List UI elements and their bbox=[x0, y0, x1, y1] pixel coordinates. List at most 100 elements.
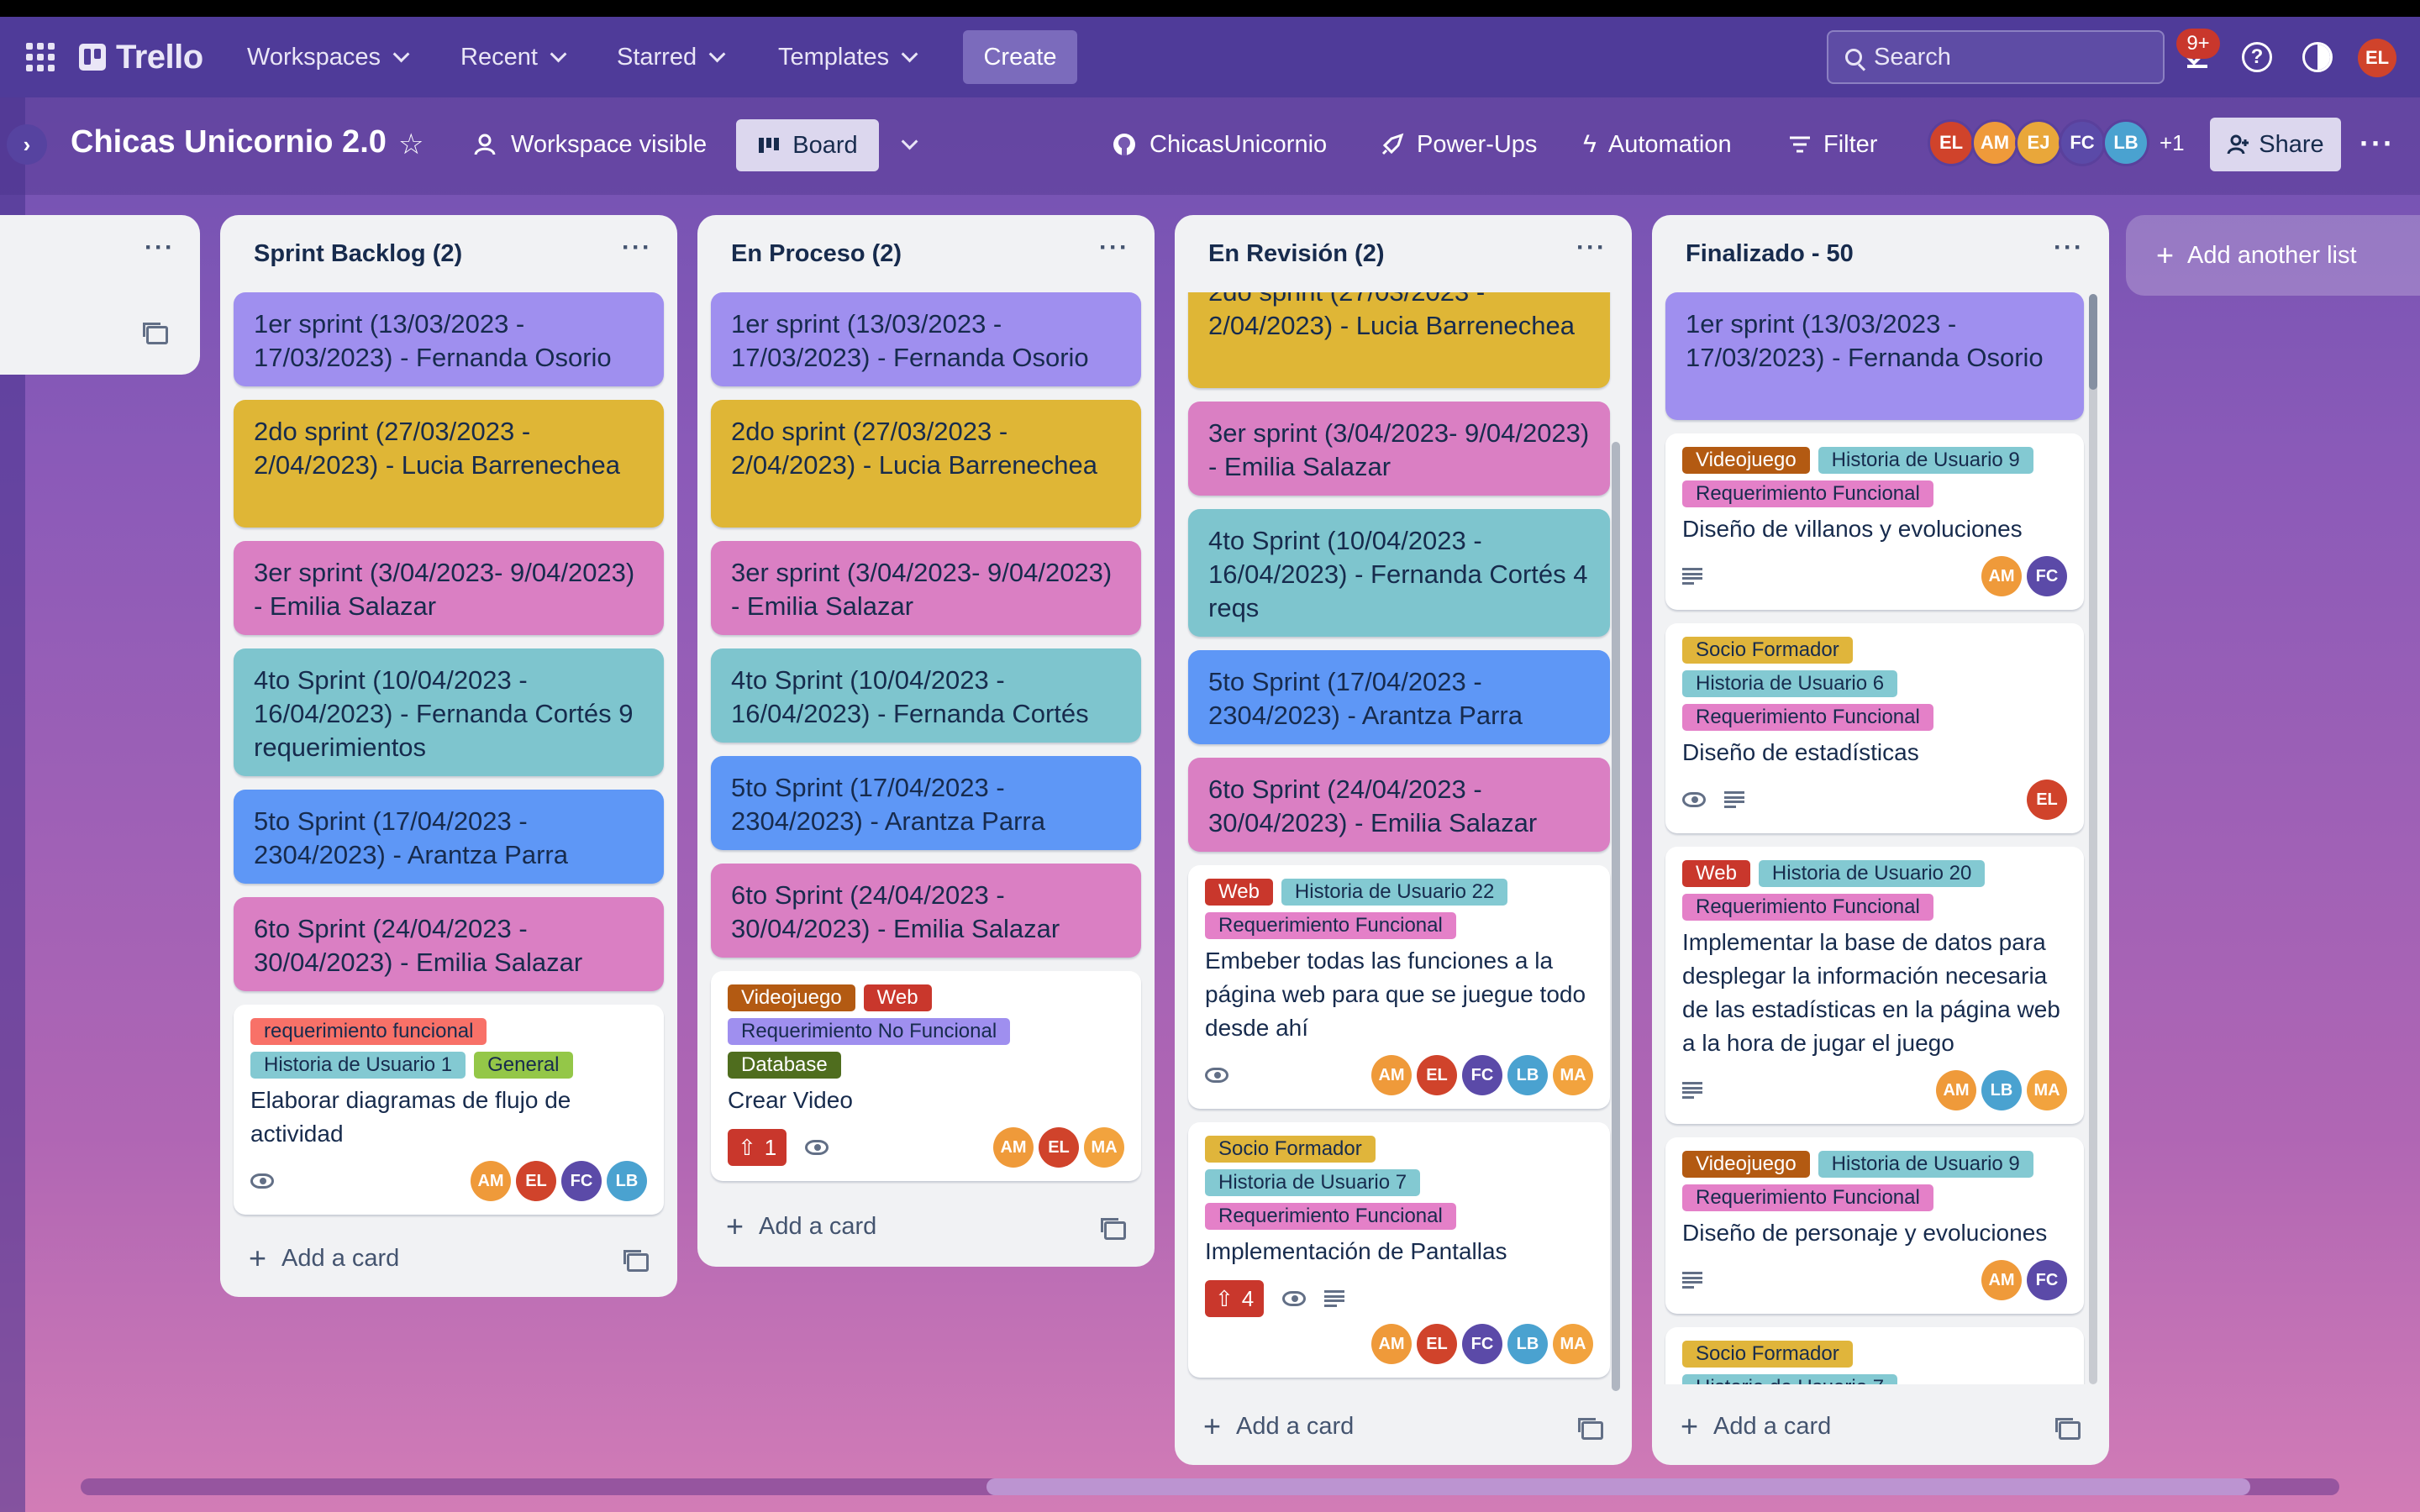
card-member-avatar[interactable]: LB bbox=[1981, 1070, 2022, 1110]
card-member-avatar[interactable]: MA bbox=[2027, 1070, 2067, 1110]
list-title[interactable]: Sprint Backlog (2) bbox=[254, 240, 462, 268]
card-member-avatar[interactable]: MA bbox=[1084, 1127, 1124, 1168]
card-member-avatar[interactable]: EL bbox=[1417, 1324, 1457, 1364]
board-horizontal-scrollbar-thumb[interactable] bbox=[986, 1478, 2250, 1495]
card-member-avatar[interactable]: AM bbox=[1371, 1324, 1412, 1364]
card-member-avatar[interactable]: MA bbox=[1553, 1055, 1593, 1095]
card[interactable]: 3er sprint (3/04/2023- 9/04/2023) - Emil… bbox=[711, 541, 1141, 635]
trello-logo[interactable]: Trello bbox=[79, 37, 203, 77]
user-avatar[interactable]: EL bbox=[2358, 39, 2396, 77]
card-member-avatar[interactable]: FC bbox=[2027, 1260, 2067, 1300]
card[interactable]: 5to Sprint (17/04/2023 - 2304/2023) - Ar… bbox=[711, 756, 1141, 850]
votes-badge[interactable]: ⇧ 4 bbox=[1205, 1280, 1265, 1317]
help-icon[interactable]: ? bbox=[2242, 42, 2272, 72]
sidebar-expand-icon[interactable]: › bbox=[7, 124, 47, 165]
app-switcher-icon[interactable] bbox=[25, 42, 55, 72]
task-card[interactable]: requerimiento funcional Historia de Usua… bbox=[234, 1005, 664, 1215]
card[interactable]: 3er sprint (3/04/2023- 9/04/2023) - Emil… bbox=[1188, 402, 1610, 496]
card[interactable]: 4to Sprint (10/04/2023 - 16/04/2023) - F… bbox=[1188, 509, 1610, 637]
card[interactable]: 2do sprint (27/03/2023 - 2/04/2023) - Lu… bbox=[1188, 292, 1610, 388]
task-card[interactable]: Socio Formador Historia de Usuario 7 Req… bbox=[1188, 1122, 1610, 1378]
card[interactable]: 2do sprint (27/03/2023 - 2/04/2023) - Lu… bbox=[711, 400, 1141, 528]
nav-workspaces[interactable]: Workspaces bbox=[247, 40, 410, 74]
card[interactable]: 6to Sprint (24/04/2023 - 30/04/2023) - E… bbox=[234, 897, 664, 991]
board-menu-icon[interactable]: ··· bbox=[2360, 126, 2395, 161]
create-button[interactable]: Create bbox=[963, 30, 1077, 84]
add-card-button[interactable]: + Add a card bbox=[726, 1208, 876, 1245]
nav-recent[interactable]: Recent bbox=[460, 40, 567, 74]
card-member-avatar[interactable]: AM bbox=[993, 1127, 1034, 1168]
automation-button[interactable]: ϟ Automation bbox=[1583, 121, 1732, 168]
theme-contrast-icon[interactable] bbox=[2302, 42, 2333, 72]
add-list-button[interactable]: + Add another list bbox=[2126, 215, 2420, 296]
board-members[interactable]: EL AM EJ FC LB +1 bbox=[1928, 119, 2185, 166]
search-input[interactable]: Search bbox=[1827, 30, 2165, 84]
task-card[interactable]: Videojuego Historia de Usuario 9 Requeri… bbox=[1665, 433, 2084, 610]
add-card-button[interactable]: + Add a card bbox=[249, 1240, 399, 1277]
card[interactable]: 2do sprint (27/03/2023 - 2/04/2023) - Lu… bbox=[234, 400, 664, 528]
card[interactable]: 1er sprint (13/03/2023 - 17/03/2023) - F… bbox=[1665, 292, 2084, 420]
card-member-avatar[interactable]: EL bbox=[2027, 780, 2067, 820]
card[interactable]: 6to Sprint (24/04/2023 - 30/04/2023) - E… bbox=[1188, 758, 1610, 852]
card-member-avatar[interactable]: EL bbox=[1039, 1127, 1079, 1168]
list-menu-icon[interactable]: ··· bbox=[1099, 234, 1129, 262]
card[interactable]: 4to Sprint (10/04/2023 - 16/04/2023) - F… bbox=[234, 648, 664, 776]
card-member-avatar[interactable]: FC bbox=[561, 1161, 602, 1201]
list-menu-icon[interactable]: ··· bbox=[2054, 234, 2084, 262]
github-powerup-button[interactable]: ChicasUnicornio bbox=[1111, 121, 1327, 168]
list-scrollbar-thumb[interactable] bbox=[1612, 442, 1620, 1391]
card-template-icon[interactable] bbox=[623, 1250, 649, 1272]
card[interactable]: 1er sprint (13/03/2023 - 17/03/2023) - F… bbox=[234, 292, 664, 386]
list-menu-icon[interactable]: ··· bbox=[1576, 234, 1607, 262]
card[interactable]: 3er sprint (3/04/2023- 9/04/2023) - Emil… bbox=[234, 541, 664, 635]
view-switcher-chevron[interactable] bbox=[901, 121, 918, 168]
task-card[interactable]: Videojuego Historia de Usuario 9 Requeri… bbox=[1665, 1137, 2084, 1314]
list-scrollbar-thumb[interactable] bbox=[2089, 294, 2097, 390]
card-template-icon[interactable] bbox=[2055, 1418, 2081, 1440]
card-member-avatar[interactable]: LB bbox=[607, 1161, 647, 1201]
card[interactable]: 1er sprint (13/03/2023 - 17/03/2023) - F… bbox=[711, 292, 1141, 386]
member-avatar[interactable]: EL bbox=[1928, 119, 1975, 166]
card[interactable]: 5to Sprint (17/04/2023 - 2304/2023) - Ar… bbox=[234, 790, 664, 884]
card-member-avatar[interactable]: LB bbox=[1507, 1055, 1548, 1095]
card-member-avatar[interactable]: EL bbox=[1417, 1055, 1457, 1095]
card[interactable]: 6to Sprint (24/04/2023 - 30/04/2023) - E… bbox=[711, 864, 1141, 958]
list-menu-icon[interactable]: ··· bbox=[145, 234, 175, 262]
task-card[interactable]: Web Historia de Usuario 20 Requerimiento… bbox=[1665, 847, 2084, 1124]
member-avatar[interactable]: LB bbox=[2102, 119, 2149, 166]
view-board-button[interactable]: Board bbox=[736, 119, 879, 171]
card-member-avatar[interactable]: LB bbox=[1507, 1324, 1548, 1364]
list-title[interactable]: En Revisión (2) bbox=[1208, 240, 1385, 268]
votes-badge[interactable]: ⇧ 1 bbox=[728, 1129, 787, 1166]
task-card[interactable]: Socio Formador Historia de Usuario 6 Req… bbox=[1665, 623, 2084, 833]
task-card[interactable]: Web Historia de Usuario 22 Requerimiento… bbox=[1188, 865, 1610, 1109]
filter-button[interactable]: Filter bbox=[1788, 121, 1877, 168]
member-avatar[interactable]: EJ bbox=[2015, 119, 2062, 166]
card[interactable]: 4to Sprint (10/04/2023 - 16/04/2023) - F… bbox=[711, 648, 1141, 743]
members-overflow-count[interactable]: +1 bbox=[2160, 130, 2185, 156]
powerups-button[interactable]: Power-Ups bbox=[1380, 121, 1537, 168]
card-member-avatar[interactable]: AM bbox=[1981, 556, 2022, 596]
add-card-button[interactable]: + Add a card bbox=[1681, 1408, 1831, 1445]
card-member-avatar[interactable]: FC bbox=[2027, 556, 2067, 596]
card-member-avatar[interactable]: AM bbox=[471, 1161, 511, 1201]
add-card-button[interactable]: + Add a card bbox=[1203, 1408, 1354, 1445]
card-member-avatar[interactable]: AM bbox=[1371, 1055, 1412, 1095]
list-scrollbar[interactable] bbox=[2089, 294, 2097, 1384]
card-member-avatar[interactable]: EL bbox=[516, 1161, 556, 1201]
task-card[interactable]: Videojuego Web Requerimiento No Funciona… bbox=[711, 971, 1141, 1181]
card-template-icon[interactable] bbox=[143, 323, 168, 344]
card-member-avatar[interactable]: MA bbox=[1553, 1324, 1593, 1364]
card-template-icon[interactable] bbox=[1578, 1418, 1603, 1440]
list-title[interactable]: Finalizado - 50 bbox=[1686, 240, 1854, 268]
board-title[interactable]: Chicas Unicornio 2.0 bbox=[71, 124, 387, 160]
list-title[interactable]: En Proceso (2) bbox=[731, 240, 902, 268]
card-member-avatar[interactable]: FC bbox=[1462, 1055, 1502, 1095]
visibility-button[interactable]: Workspace visible bbox=[474, 121, 707, 168]
card-template-icon[interactable] bbox=[1101, 1218, 1126, 1240]
share-button[interactable]: Share bbox=[2210, 118, 2341, 171]
card[interactable]: 5to Sprint (17/04/2023 - 2304/2023) - Ar… bbox=[1188, 650, 1610, 744]
task-card[interactable]: Socio Formador Historia de Usuario 7 bbox=[1665, 1327, 2084, 1384]
card-member-avatar[interactable]: AM bbox=[1981, 1260, 2022, 1300]
list-menu-icon[interactable]: ··· bbox=[622, 234, 652, 262]
